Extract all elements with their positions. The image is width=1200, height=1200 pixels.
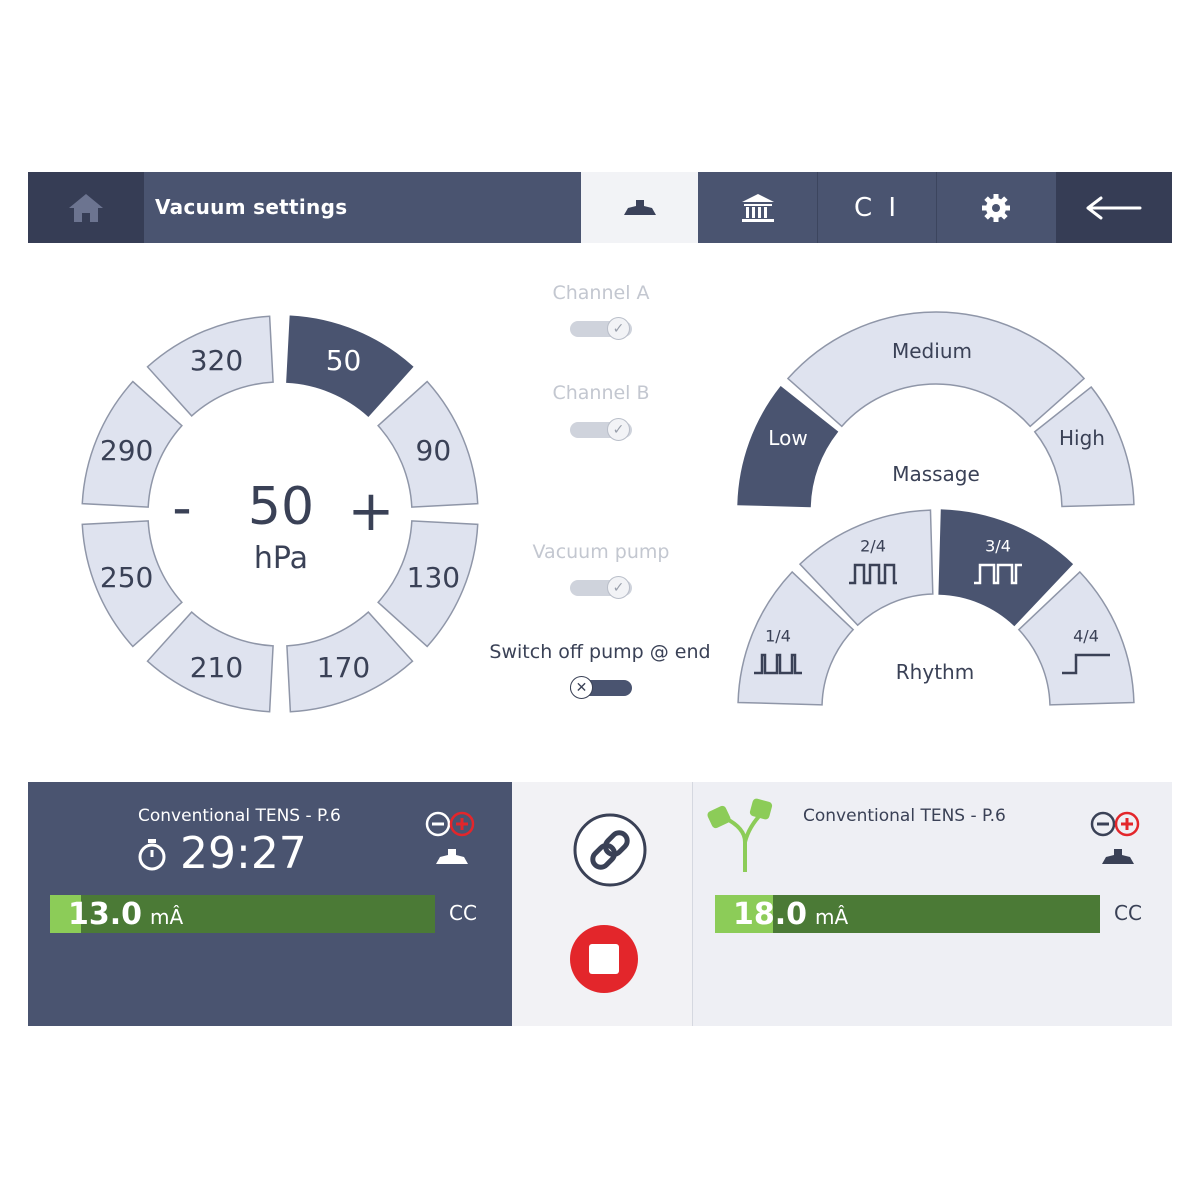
pressure-minus-button[interactable]: -	[172, 476, 192, 539]
channel-left-timer: 29:27	[180, 828, 307, 879]
stopwatch-icon	[138, 839, 166, 871]
rhythm-title: Rhythm	[896, 660, 974, 684]
channel-left-program: Conventional TENS - P.6	[138, 806, 341, 826]
vacuum-pump-label: Vacuum pump	[532, 541, 670, 563]
rhythm-option-label: 2/4	[860, 537, 886, 556]
massage-option-label: Low	[768, 426, 807, 450]
pressure-option-label: 290	[100, 434, 153, 467]
massage-option-label: High	[1059, 426, 1105, 450]
channel-right-unit: mÂ	[815, 905, 849, 929]
electrode-pads-icon	[707, 798, 773, 872]
rhythm-option-label: 1/4	[765, 627, 791, 646]
stop-button[interactable]	[569, 924, 639, 994]
vacuum-cup-icon	[1102, 849, 1134, 864]
vacuum-pump-toggle[interactable]: ✓	[570, 576, 632, 599]
rhythm-option-label: 4/4	[1073, 627, 1099, 646]
pulse-wave-icon	[974, 563, 1022, 585]
check-icon: ✓	[607, 576, 630, 599]
channel-b-toggle[interactable]: ✓	[570, 418, 632, 441]
polarity-icon[interactable]	[1089, 810, 1145, 838]
pressure-option-label: 170	[317, 651, 370, 684]
channel-right-mode: CC	[1114, 901, 1142, 925]
massage-option-label: Medium	[892, 339, 972, 363]
intensity-readout: 13.0 mÂ	[68, 895, 183, 933]
channel-left-panel[interactable]: Conventional TENS - P.6 29:27 13.0 mÂ CC	[28, 782, 512, 1026]
pressure-value: 50	[248, 477, 314, 537]
channel-left-intensity-bar[interactable]: 13.0 mÂ	[50, 895, 435, 933]
pulse-wave-icon	[754, 653, 802, 675]
stop-icon	[589, 944, 619, 974]
channel-left-mode: CC	[449, 901, 477, 925]
channel-left-current: 13.0	[68, 897, 143, 932]
pressure-option-label: 320	[190, 344, 243, 377]
link-channels-button[interactable]	[572, 812, 648, 888]
pressure-option-label: 210	[190, 651, 243, 684]
channel-a-label: Channel A	[552, 282, 650, 304]
control-panel	[512, 782, 692, 1026]
switch-off-pump-toggle[interactable]: ✕	[570, 676, 632, 699]
pressure-unit: hPa	[254, 541, 308, 576]
channel-b-label: Channel B	[552, 382, 650, 404]
check-icon: ✓	[607, 418, 630, 441]
channel-right-program: Conventional TENS - P.6	[803, 806, 1006, 826]
pressure-option-label: 130	[407, 561, 460, 594]
channel-right-panel[interactable]: Conventional TENS - P.6 18.0 mÂ CC	[692, 782, 1172, 1026]
close-icon: ✕	[570, 676, 593, 699]
rhythm-option-label: 3/4	[985, 537, 1011, 556]
massage-option-medium[interactable]	[786, 311, 1086, 428]
switch-off-pump-label: Switch off pump @ end	[489, 641, 711, 663]
vacuum-cup-icon	[436, 849, 468, 864]
polarity-icon[interactable]	[424, 810, 480, 838]
pressure-option-label: 90	[416, 434, 452, 467]
channel-a-toggle[interactable]: ✓	[570, 317, 632, 340]
channel-right-intensity-bar[interactable]: 18.0 mÂ	[715, 895, 1100, 933]
channel-right-current: 18.0	[733, 897, 808, 932]
pressure-option-label: 50	[326, 344, 362, 377]
pressure-option-label: 250	[100, 561, 153, 594]
check-icon: ✓	[607, 317, 630, 340]
massage-title: Massage	[892, 462, 980, 486]
pressure-plus-button[interactable]: +	[348, 479, 395, 544]
channel-left-unit: mÂ	[150, 905, 184, 929]
intensity-readout: 18.0 mÂ	[733, 895, 848, 933]
